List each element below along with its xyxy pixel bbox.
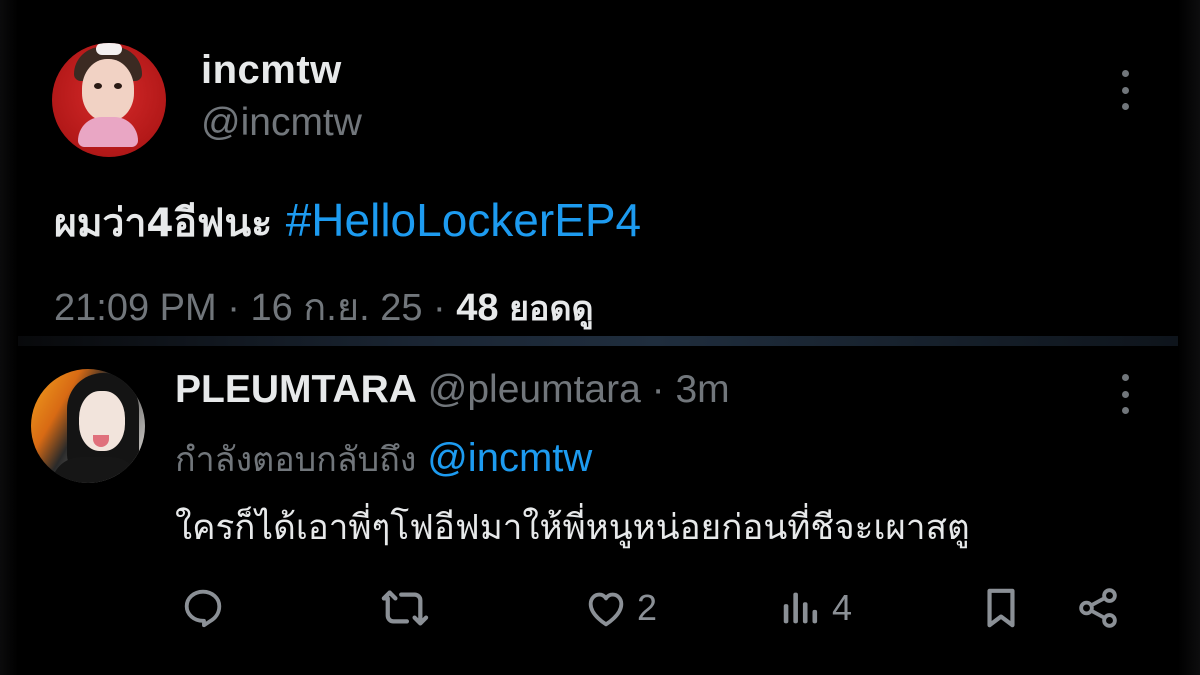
reply-icon xyxy=(184,589,222,628)
post-text-body: ผมว่า4อีฟนะ xyxy=(54,201,286,246)
like-button[interactable]: 2 xyxy=(583,585,657,631)
like-icon xyxy=(588,592,624,627)
avatar-bow xyxy=(96,43,122,55)
views-button[interactable]: 4 xyxy=(778,585,852,631)
post-thread-view: incmtw @incmtw ผมว่า4อีฟนะ #HelloLockerE… xyxy=(0,0,1200,675)
more-vertical-icon[interactable] xyxy=(1120,374,1130,414)
replying-to-label: กำลังตอบกลับถึง xyxy=(175,440,428,480)
reply-time[interactable]: 3m xyxy=(675,368,729,411)
main-post: incmtw @incmtw ผมว่า4อีฟนะ #HelloLockerE… xyxy=(0,0,1200,335)
post-time[interactable]: 21:09 PM xyxy=(54,287,217,329)
avatar-body xyxy=(78,117,138,147)
reply-handle[interactable]: @pleumtara xyxy=(428,368,641,411)
mention-link[interactable]: @incmtw xyxy=(427,436,592,480)
avatar-eye xyxy=(114,83,122,89)
more-vertical-icon[interactable] xyxy=(1120,70,1130,110)
views-count: 48 xyxy=(456,287,499,329)
avatar[interactable] xyxy=(31,369,145,483)
meta-separator: · xyxy=(216,287,251,329)
views-icon xyxy=(783,592,818,624)
avatar-face xyxy=(82,59,134,121)
meta-separator: · xyxy=(640,368,676,411)
replying-to: กำลังตอบกลับถึง @incmtw xyxy=(175,432,592,486)
meta-separator: · xyxy=(422,287,457,329)
author-display-name[interactable]: incmtw xyxy=(201,48,342,93)
bookmark-button[interactable] xyxy=(980,585,1022,631)
views-label: ยอดดู xyxy=(509,289,594,329)
author-handle[interactable]: @incmtw xyxy=(201,101,362,145)
reply-button[interactable] xyxy=(180,585,226,631)
avatar[interactable] xyxy=(52,43,166,157)
reply-display-name[interactable]: PLEUMTARA xyxy=(175,368,417,411)
reply-header: PLEUMTARA @pleumtara · 3m xyxy=(175,368,730,412)
share-icon xyxy=(1079,588,1117,628)
reply-text: ใครก็ได้เอาพี่ๆโฟอีฟมาให้พี่หนูหน่อยก่อน… xyxy=(175,508,970,548)
like-count: 2 xyxy=(637,587,658,628)
avatar-eye xyxy=(94,83,102,89)
repost-icon xyxy=(381,590,429,626)
share-button[interactable] xyxy=(1075,585,1121,631)
repost-button[interactable] xyxy=(380,585,430,631)
divider xyxy=(18,336,1178,346)
hashtag-link[interactable]: #HelloLockerEP4 xyxy=(286,194,641,246)
post-meta: 21:09 PM · 16 ก.ย. 25 · 48 ยอดดู xyxy=(54,276,594,337)
post-text: ผมว่า4อีฟนะ #HelloLockerEP4 xyxy=(54,192,641,254)
post-date[interactable]: 16 ก.ย. 25 xyxy=(250,287,422,329)
views-count: 4 xyxy=(832,587,853,628)
bookmark-icon xyxy=(987,588,1015,628)
